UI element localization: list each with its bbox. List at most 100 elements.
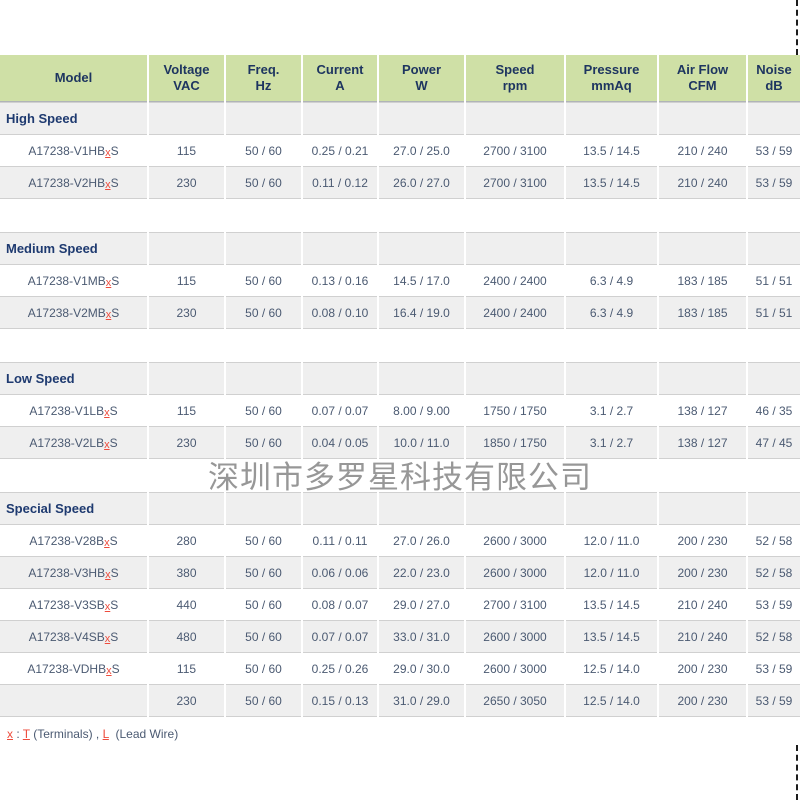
model-x: x: [106, 277, 112, 289]
value-cell: 0.25 / 0.21: [302, 135, 378, 167]
model-prefix: A17238-V28B: [29, 534, 104, 548]
value-cell: 53 / 59: [747, 685, 800, 717]
section-empty-cell: [565, 103, 658, 135]
model-suffix: S: [111, 306, 119, 320]
model-prefix: A17238-V3SB: [29, 598, 105, 612]
spec-sections: High SpeedA17238-V1HBxS11550 / 600.25 / …: [0, 102, 800, 717]
value-cell: 50 / 60: [225, 135, 302, 167]
value-cell: 29.0 / 27.0: [378, 589, 465, 621]
value-cell: 1750 / 1750: [465, 395, 565, 427]
value-cell: 138 / 127: [658, 395, 747, 427]
model-cell: A17238-V4SBxS: [0, 621, 148, 653]
value-cell: 0.11 / 0.12: [302, 167, 378, 199]
model-suffix: S: [111, 144, 119, 158]
value-cell: 6.3 / 4.9: [565, 297, 658, 329]
dashed-selection-edge-top: [796, 0, 798, 55]
section-empty-cell: [658, 363, 747, 395]
model-x: x: [105, 633, 111, 645]
spec-page: ModelVoltageVACFreq.HzCurrentAPowerWSpee…: [0, 0, 800, 800]
value-cell: 2600 / 3000: [465, 525, 565, 557]
model-prefix: A17238-V2LB: [29, 436, 104, 450]
value-cell: 183 / 185: [658, 297, 747, 329]
header-unit: W: [379, 78, 464, 94]
header-label: Current: [303, 62, 377, 78]
value-cell: 0.08 / 0.10: [302, 297, 378, 329]
table-row: A17238-VDHBxS11550 / 600.25 / 0.2629.0 /…: [0, 653, 800, 685]
section-empty-cell: [658, 103, 747, 135]
model-prefix: A17238-V2MB: [28, 306, 106, 320]
footnote: x : T (Terminals) , L (Lead Wire): [7, 727, 800, 741]
model-cell: A17238-V1MBxS: [0, 265, 148, 297]
table-row: A17238-V3SBxS44050 / 600.08 / 0.0729.0 /…: [0, 589, 800, 621]
value-cell: 1850 / 1750: [465, 427, 565, 459]
table-row: A17238-V28BxS28050 / 600.11 / 0.1127.0 /…: [0, 525, 800, 557]
value-cell: 50 / 60: [225, 167, 302, 199]
model-suffix: S: [110, 534, 118, 548]
header-unit: mmAq: [566, 78, 657, 94]
model-cell: A17238-V2HBxS: [0, 167, 148, 199]
value-cell: 8.00 / 9.00: [378, 395, 465, 427]
value-cell: 2700 / 3100: [465, 167, 565, 199]
value-cell: 210 / 240: [658, 589, 747, 621]
model-cell: A17238-V28BxS: [0, 525, 148, 557]
header-label: Freq.: [226, 62, 301, 78]
header-unit: rpm: [466, 78, 564, 94]
value-cell: 26.0 / 27.0: [378, 167, 465, 199]
value-cell: 50 / 60: [225, 589, 302, 621]
value-cell: 380: [148, 557, 225, 589]
section-empty-cell: [658, 233, 747, 265]
value-cell: 2700 / 3100: [465, 589, 565, 621]
value-cell: 0.25 / 0.26: [302, 653, 378, 685]
value-cell: 12.0 / 11.0: [565, 557, 658, 589]
model-prefix: A17238-V1LB: [29, 404, 104, 418]
value-cell: 2650 / 3050: [465, 685, 565, 717]
section-table-special-speed: Special SpeedA17238-V28BxS28050 / 600.11…: [0, 492, 800, 717]
value-cell: 16.4 / 19.0: [378, 297, 465, 329]
value-cell: 50 / 60: [225, 427, 302, 459]
value-cell: 480: [148, 621, 225, 653]
value-cell: 230: [148, 427, 225, 459]
section-empty-cell: [148, 103, 225, 135]
section-empty-cell: [465, 363, 565, 395]
model-prefix: A17238-V1MB: [28, 274, 106, 288]
header-cell-model: Model: [0, 55, 148, 102]
section-empty-cell: [225, 233, 302, 265]
value-cell: 53 / 59: [747, 135, 800, 167]
dashed-selection-edge-bottom: [796, 745, 798, 800]
value-cell: 52 / 58: [747, 525, 800, 557]
header-label: Voltage: [149, 62, 224, 78]
model-prefix: A17238-V1HB: [28, 144, 105, 158]
value-cell: 13.5 / 14.5: [565, 135, 658, 167]
value-cell: 2400 / 2400: [465, 297, 565, 329]
value-cell: 200 / 230: [658, 685, 747, 717]
section-empty-cell: [747, 103, 800, 135]
value-cell: 230: [148, 297, 225, 329]
value-cell: 3.1 / 2.7: [565, 395, 658, 427]
model-x: x: [105, 147, 111, 159]
model-suffix: S: [111, 176, 119, 190]
spec-content: ModelVoltageVACFreq.HzCurrentAPowerWSpee…: [0, 55, 800, 741]
model-x: x: [104, 439, 110, 451]
model-x: x: [105, 601, 111, 613]
value-cell: 53 / 59: [747, 589, 800, 621]
value-cell: 52 / 58: [747, 621, 800, 653]
header-label: Model: [0, 70, 147, 86]
footnote-red-letter: T: [23, 727, 30, 741]
value-cell: 13.5 / 14.5: [565, 167, 658, 199]
footnote-text: :: [13, 727, 23, 741]
model-prefix: A17238-VDHB: [27, 662, 106, 676]
model-cell: A17238-V3HBxS: [0, 557, 148, 589]
value-cell: 138 / 127: [658, 427, 747, 459]
section-empty-cell: [302, 233, 378, 265]
model-x: x: [105, 179, 111, 191]
value-cell: 50 / 60: [225, 685, 302, 717]
value-cell: 210 / 240: [658, 167, 747, 199]
value-cell: 0.07 / 0.07: [302, 621, 378, 653]
value-cell: 200 / 230: [658, 557, 747, 589]
value-cell: 0.08 / 0.07: [302, 589, 378, 621]
section-empty-cell: [465, 233, 565, 265]
model-cell: A17238-V3SBxS: [0, 589, 148, 621]
section-empty-cell: [565, 363, 658, 395]
value-cell: 51 / 51: [747, 265, 800, 297]
section-header-row: Low Speed: [0, 363, 800, 395]
